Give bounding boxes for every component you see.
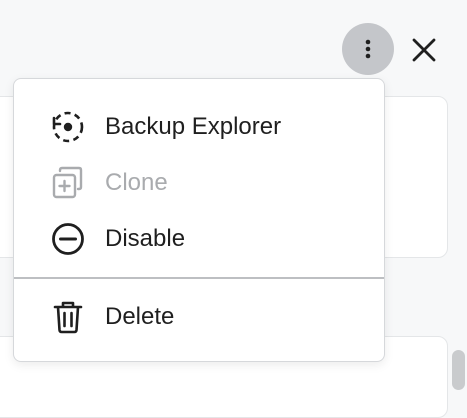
close-button[interactable] [402,28,446,72]
more-options-button[interactable] [342,23,394,75]
clone-icon [48,163,88,203]
menu-item-clone[interactable]: Clone [14,155,384,211]
menu-item-label: Delete [105,303,175,330]
context-menu: Backup Explorer Clone Disable Delete [13,78,385,362]
trash-icon [48,297,88,337]
menu-item-label: Disable [105,225,186,252]
menu-divider [14,277,384,279]
disable-icon [48,219,88,259]
scrollbar-thumb[interactable] [452,350,465,390]
backup-explorer-icon [48,107,88,147]
more-vertical-icon [365,39,371,59]
menu-item-label: Clone [105,169,168,196]
close-icon [412,38,436,62]
menu-item-disable[interactable]: Disable [14,211,384,267]
menu-item-label: Backup Explorer [105,113,282,140]
menu-item-delete[interactable]: Delete [14,289,384,345]
menu-item-backup-explorer[interactable]: Backup Explorer [14,99,384,155]
